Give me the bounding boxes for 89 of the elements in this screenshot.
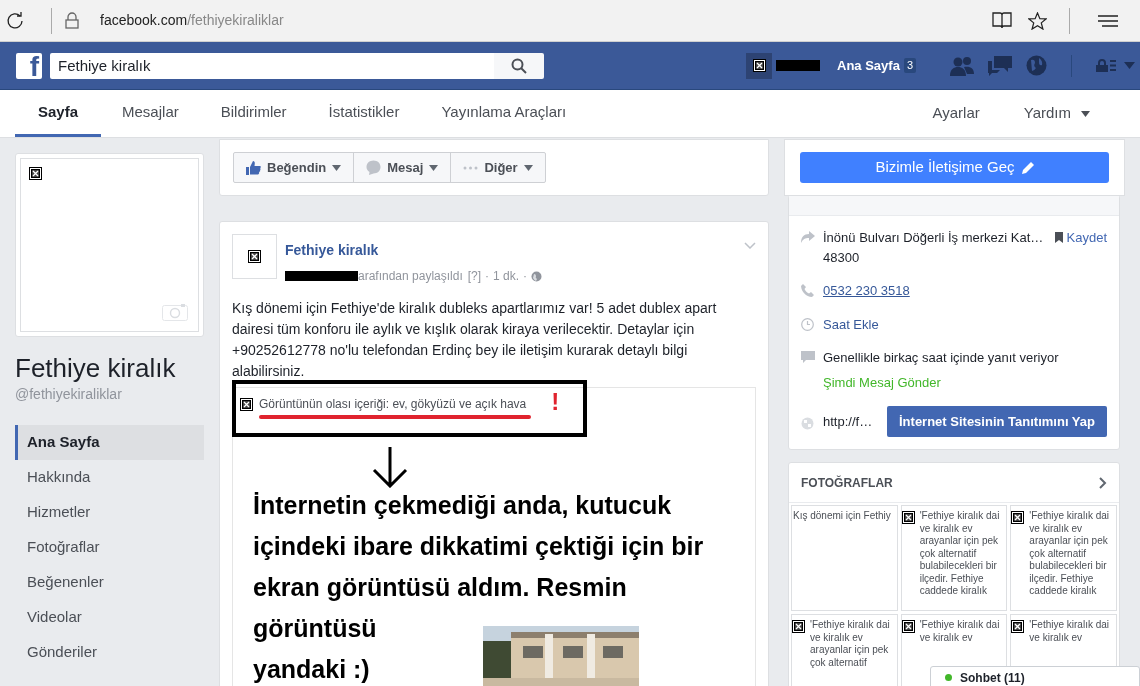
broken-image-icon <box>901 620 915 633</box>
save-button[interactable]: Kaydet <box>1054 228 1107 248</box>
settings-tab[interactable]: Ayarlar <box>910 90 1002 137</box>
menu-icon[interactable] <box>1098 14 1118 27</box>
nav-item[interactable]: Hizmetler <box>15 495 204 530</box>
star-icon[interactable] <box>1028 11 1047 30</box>
separator-dot: · <box>523 268 528 285</box>
broken-image-icon <box>248 250 261 263</box>
home-link[interactable]: Ana Sayfa <box>837 55 900 76</box>
nav-item[interactable]: Videolar <box>15 600 204 635</box>
more-button[interactable]: Diğer <box>450 153 545 182</box>
down-arrow-icon <box>372 446 408 488</box>
phone-link[interactable]: 0532 230 3518 <box>823 281 910 301</box>
broken-image-icon <box>752 59 766 72</box>
page-tab[interactable]: Yayınlama Araçları <box>420 90 588 137</box>
photo-alt-text: 'Fethiye kiralık dai ve kiralık ev <box>918 619 1000 644</box>
search-button[interactable] <box>494 52 544 79</box>
photo-alt-text: 'Fethiye kiralık dai ve kiralık ev <box>1028 619 1110 644</box>
broken-image-icon <box>1011 511 1025 524</box>
photo-tile[interactable]: 'Fethiye kiralık dai ve kiralık ev arayanlar için pek çok alternatif bulabilecekleri bir ilçedir. Fethiye caddede kiralık <box>900 505 1008 611</box>
like-button[interactable]: Beğendin <box>234 153 354 182</box>
contact-button[interactable]: Bizimle İletişime Geç <box>800 152 1109 183</box>
pencil-icon <box>1021 161 1034 174</box>
post-author[interactable]: Fethiye kiralık <box>285 242 379 258</box>
separator-dot: · <box>485 268 490 285</box>
photo-alt-text: 'Fethiye kiralık dai ve kiralık ev arayanlar için pek çok alternatif bulabilecekleri bir ilçedir. Fethiye caddede kiralık <box>918 510 1000 598</box>
photo-alt-text: 'Fethiye kiralık dai ve kiralık ev arayanlar için pek çok alternatif bulabilecekleri bir ilçedir. Fethiye caddede kiralık <box>1028 510 1110 598</box>
globe-icon <box>801 416 814 430</box>
postal-code: 48300 <box>823 248 861 267</box>
page-tab[interactable]: İstatistikler <box>307 90 421 137</box>
thumbs-up-icon <box>246 160 261 175</box>
broken-image-icon <box>240 397 253 411</box>
photos-heading[interactable]: FOTOĞRAFLAR <box>801 473 893 492</box>
photo-tile[interactable]: 'Fethiye kiralık dai ve kiralık ev arayanlar için pek çok alternatif <box>791 614 898 686</box>
phone-icon <box>801 284 814 297</box>
message-button[interactable]: Mesaj <box>353 153 451 182</box>
address-bar[interactable]: facebook.com/fethiyekiraliklar <box>100 10 284 31</box>
help-menu[interactable]: Yardım <box>1001 90 1112 137</box>
dots-icon <box>463 165 479 170</box>
share-arrow-icon <box>801 231 815 243</box>
caret-icon <box>429 164 439 171</box>
add-hours-link[interactable]: Saat Ekle <box>823 314 879 334</box>
logo[interactable]: f <box>16 52 42 79</box>
bookmark-icon <box>1054 232 1063 244</box>
broken-image-icon <box>29 167 42 180</box>
shared-by-text: arafından paylaşıldı <box>358 268 463 285</box>
broken-image-icon <box>1011 620 1025 633</box>
photo-tile[interactable]: 'Fethiye kiralık dai ve kiralık ev arayanlar için pek çok alternatif bulabilecekleri bir ilçedir. Fethiye caddede kiralık <box>1010 505 1117 611</box>
post-text: Kış dönemi için Fethiye'de kiralık dubleks apartlarımız var! 5 adet dublex apart dairesi tüm konforu ile aylık ve kışlık olarak kiraya verilecektir. Detaylar için +90252612778 no'lu telefondan Erdinç bey ile iletişim kurarak detaylı bilgi alabilirsiniz. <box>232 299 718 381</box>
notification-badge: 3 <box>903 58 916 73</box>
chat-bubble-icon <box>366 160 382 175</box>
image-alt-text: Görüntünün olası içeriği: ev, gökyüzü ve açık hava <box>259 396 527 413</box>
nav-item[interactable]: Beğenenler <box>15 565 204 600</box>
globe-icon <box>531 270 543 282</box>
lock-icon <box>65 12 79 29</box>
annotation-text: görüntüsü yandaki :) <box>253 613 378 685</box>
chevron-right-icon[interactable] <box>1099 476 1107 489</box>
photo-tile[interactable]: Kış dönemi için Fethiy <box>791 505 898 611</box>
redacted-name <box>776 60 820 71</box>
nav-item[interactable]: Hakkında <box>15 460 204 495</box>
exclamation-mark: ! <box>551 391 560 413</box>
nav-item[interactable]: Fotoğraflar <box>15 530 204 565</box>
photo-alt-text: Kış dönemi için Fethiy <box>792 510 891 523</box>
page-avatar[interactable] <box>232 234 277 279</box>
website-link[interactable]: http://f… <box>823 411 887 432</box>
caret-icon <box>523 164 533 171</box>
page-username: @fethiyekiraliklar <box>15 385 123 403</box>
clock-icon <box>801 317 814 331</box>
address-text: İnönü Bulvarı Döğerli İş merkezi Kat… <box>823 229 1045 247</box>
refresh-icon[interactable] <box>6 11 24 30</box>
search-field[interactable]: Fethiye kiralık <box>50 52 494 79</box>
speech-bubble-icon <box>801 351 815 364</box>
broken-image-icon <box>901 511 915 524</box>
photo-alt-text: 'Fethiye kiralık dai ve kiralık ev arayanlar için pek çok alternatif <box>809 619 890 669</box>
nav-item[interactable]: Gönderiler <box>15 635 204 670</box>
response-time-text: Genellikle birkaç saat içinde yanıt veriyor <box>823 349 1059 367</box>
page-tab[interactable]: Bildirimler <box>199 90 308 137</box>
profile-avatar[interactable] <box>746 52 772 79</box>
page-tab[interactable]: Sayfa <box>15 90 102 137</box>
chat-bar[interactable]: Sohbet (11) <box>930 666 1140 686</box>
reading-view-icon[interactable] <box>992 12 1012 29</box>
nav-item[interactable]: Ana Sayfa <box>15 425 204 460</box>
caret-icon <box>332 164 342 171</box>
page-name: Fethiye kiralık <box>15 352 177 385</box>
promote-website-button[interactable]: İnternet Sitesinin Tanıtımını Yap <box>887 406 1107 437</box>
broken-image-icon <box>792 620 805 633</box>
caret-icon <box>1081 110 1090 117</box>
search-icon <box>511 57 527 74</box>
page-tab[interactable]: Mesajlar <box>101 90 200 137</box>
